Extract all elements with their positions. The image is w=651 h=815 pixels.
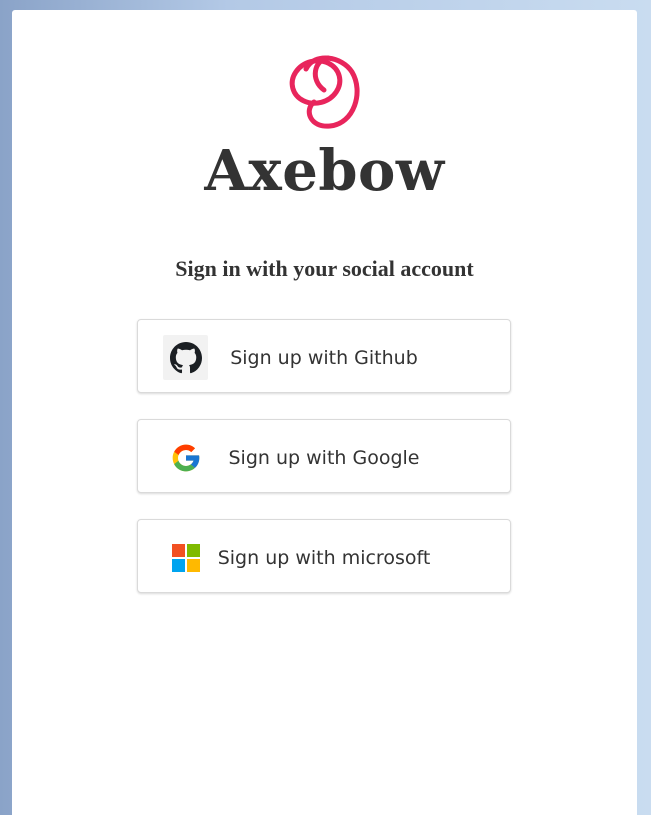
github-signup-button[interactable]: Sign up with Github: [137, 319, 511, 393]
google-signup-label: Sign up with Google: [228, 447, 420, 469]
signin-heading: Sign in with your social account: [175, 256, 474, 281]
google-signup-button[interactable]: Sign up with Google: [137, 419, 511, 493]
microsoft-signup-button[interactable]: Sign up with microsoft: [137, 519, 511, 593]
axebow-logo-icon: [289, 55, 360, 129]
microsoft-signup-label: Sign up with microsoft: [217, 547, 431, 569]
signin-card: Axebow Sign in with your social account …: [12, 10, 637, 815]
github-signup-label: Sign up with Github: [230, 347, 418, 369]
brand-title: Axebow: [204, 138, 445, 204]
